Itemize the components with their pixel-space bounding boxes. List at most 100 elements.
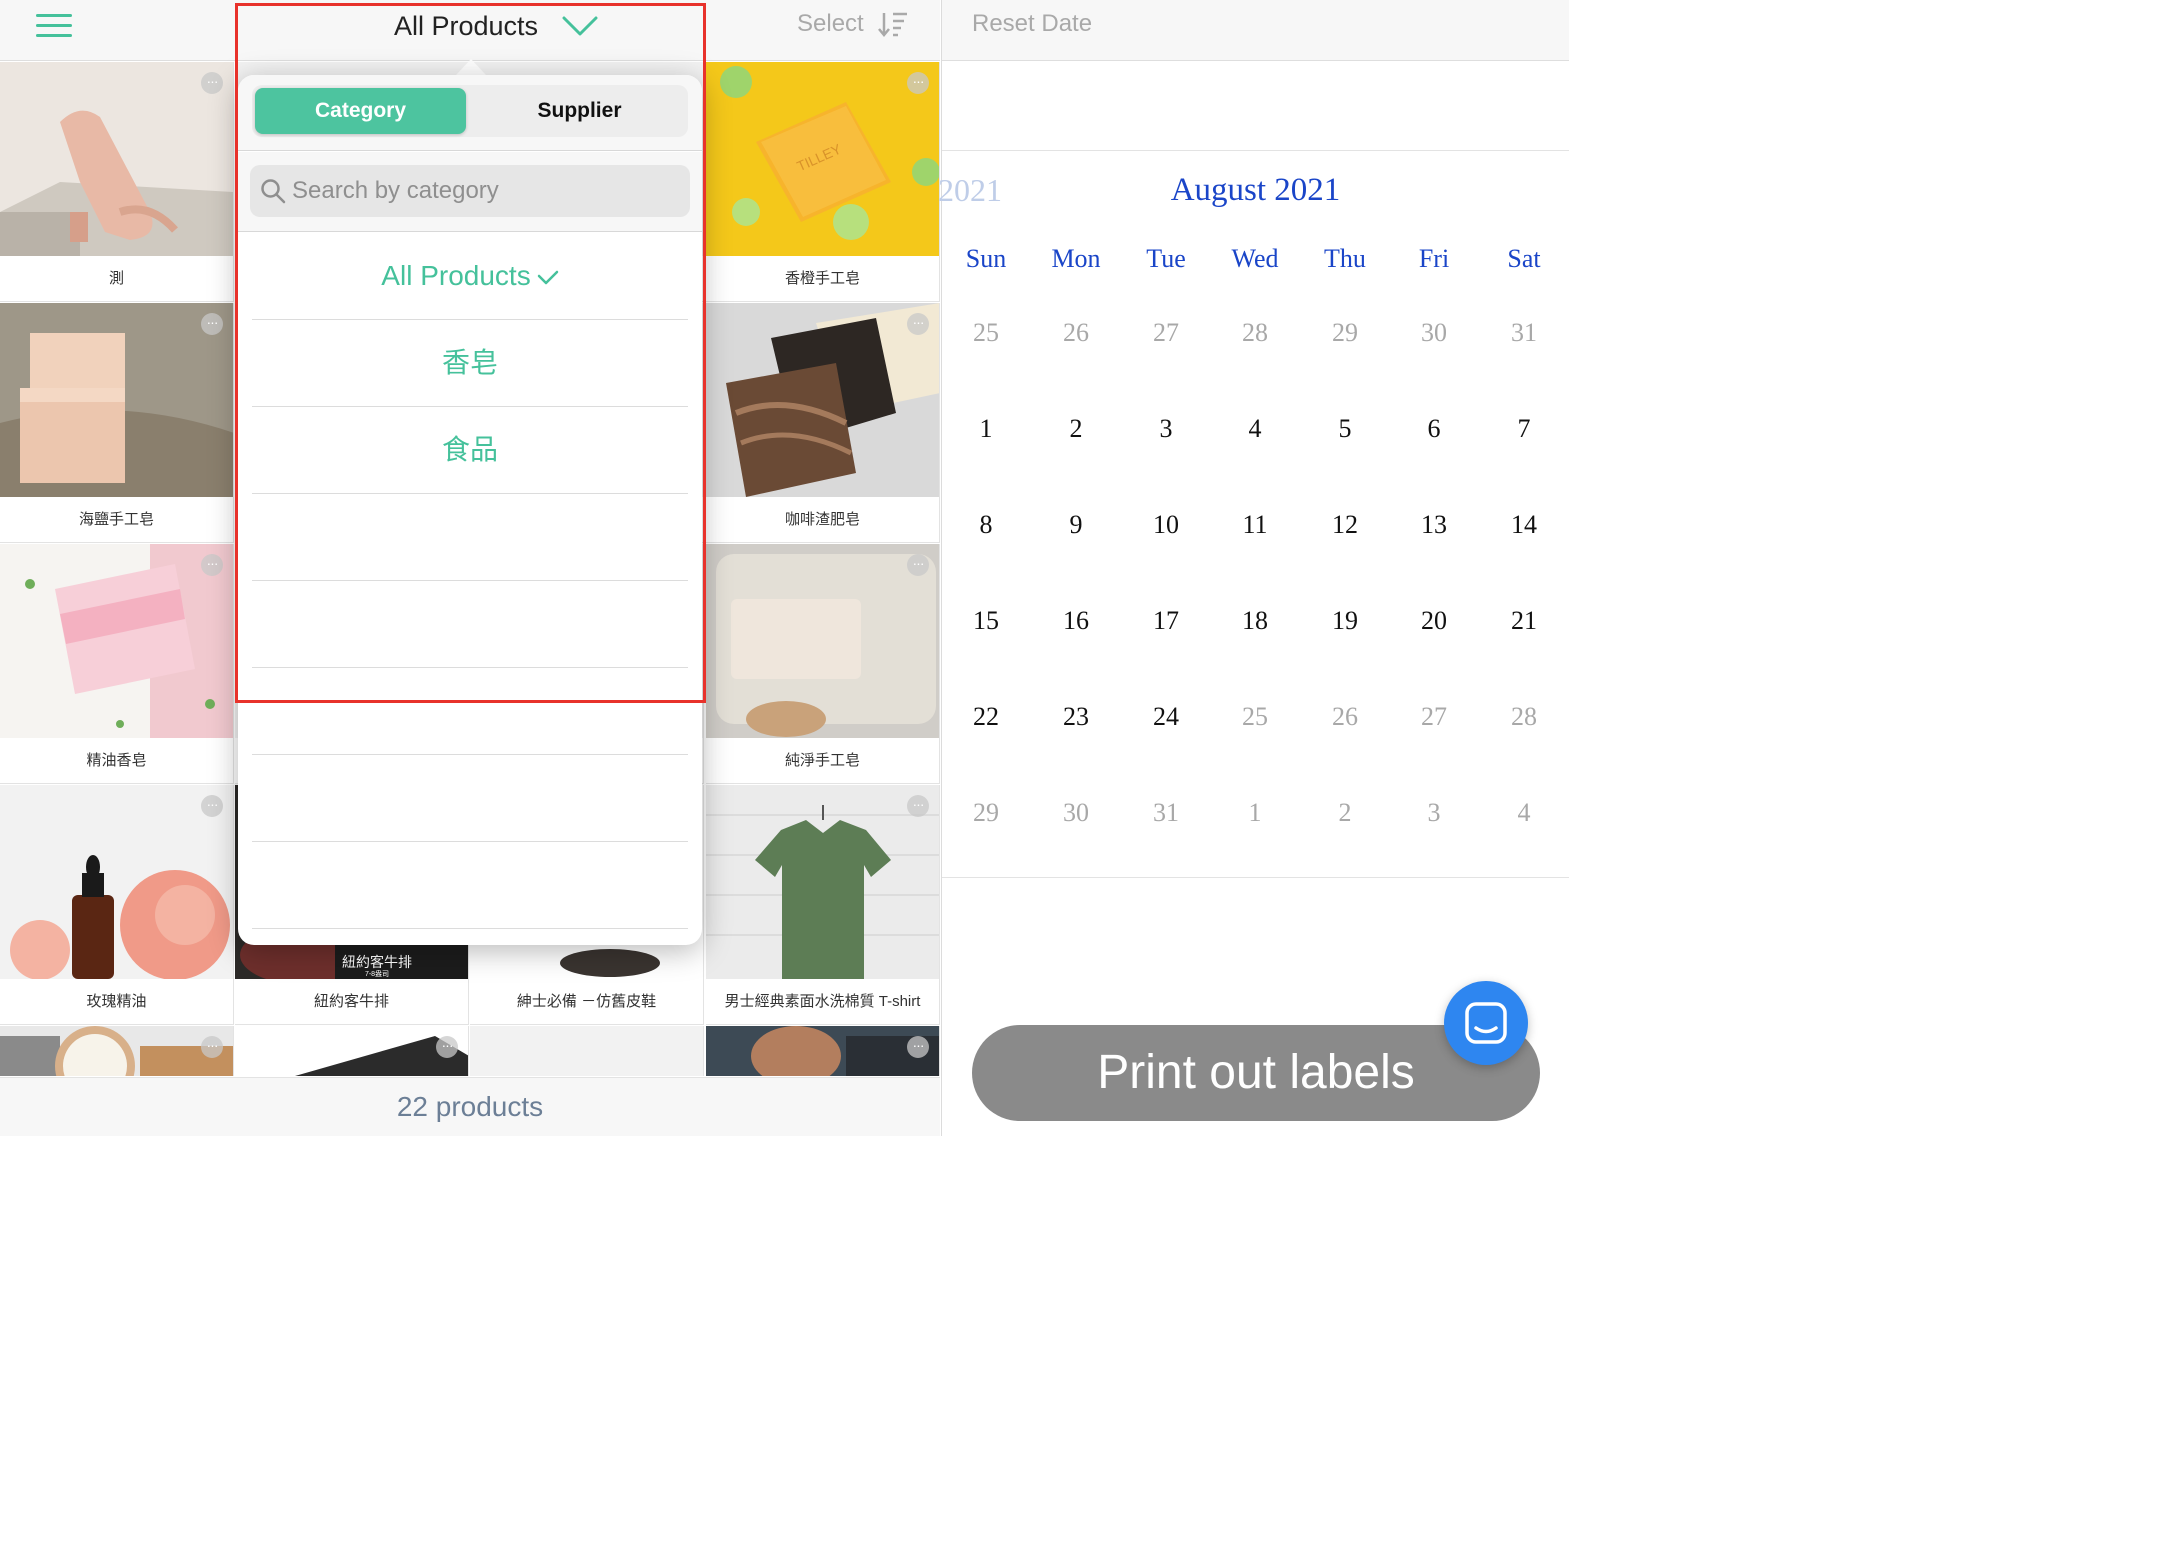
divider — [942, 150, 1569, 151]
calendar-day[interactable]: 4 — [1210, 414, 1300, 444]
calendar-day[interactable]: 26 — [1300, 702, 1390, 732]
product-name: 紳士必備 －仿舊皮鞋 — [516, 993, 657, 1010]
calendar-day[interactable]: 13 — [1389, 510, 1479, 540]
product-image — [0, 62, 233, 256]
calendar-day[interactable]: 6 — [1389, 414, 1479, 444]
product-tile[interactable]: 測 ··· — [0, 62, 234, 302]
calendar-day[interactable]: 25 — [1210, 702, 1300, 732]
category-option — [252, 494, 688, 581]
calendar-day[interactable]: 10 — [1121, 510, 1211, 540]
category-option[interactable]: All Products — [252, 233, 688, 320]
calendar-day[interactable]: 25 — [941, 318, 1031, 348]
calendar-day[interactable]: 3 — [1121, 414, 1211, 444]
product-name: 海鹽手工皂 — [78, 511, 154, 528]
product-tile[interactable]: ··· — [0, 1026, 234, 1076]
category-search-input[interactable] — [292, 165, 682, 217]
calendar-day[interactable]: 29 — [1300, 318, 1390, 348]
calendar-day[interactable]: 18 — [1210, 606, 1300, 636]
calendar-day[interactable]: 2 — [1031, 414, 1121, 444]
product-tile[interactable]: 純淨手工皂 ··· — [706, 544, 940, 784]
category-option — [252, 842, 688, 929]
product-tile[interactable]: 咖啡渣肥皂 ··· — [706, 303, 940, 543]
product-image — [0, 544, 233, 738]
calendar-day[interactable]: 19 — [1300, 606, 1390, 636]
calendar-day[interactable]: 30 — [1389, 318, 1479, 348]
product-tile[interactable]: ··· — [235, 1026, 469, 1076]
calendar-day[interactable]: 20 — [1389, 606, 1479, 636]
tab-supplier[interactable]: Supplier — [474, 88, 685, 134]
more-options-icon[interactable]: ··· — [907, 1036, 929, 1058]
calendar-day[interactable]: 27 — [1389, 702, 1479, 732]
calendar-day[interactable]: 30 — [1031, 798, 1121, 828]
more-options-icon[interactable]: ··· — [907, 72, 929, 94]
calendar-day[interactable]: 2 — [1300, 798, 1390, 828]
product-tile[interactable]: 男士經典素面水洗棉質 T-shirt ··· — [706, 785, 940, 1025]
product-tile[interactable] — [470, 1026, 704, 1076]
more-options-icon[interactable]: ··· — [201, 1036, 223, 1058]
calendar-day[interactable]: 24 — [1121, 702, 1211, 732]
calendar-day[interactable]: 9 — [1031, 510, 1121, 540]
category-option[interactable]: 香皂 — [252, 320, 688, 407]
category-option — [252, 668, 688, 755]
weekday-label: Sun — [965, 244, 1007, 273]
calendar-day[interactable]: 4 — [1479, 798, 1569, 828]
calendar-day[interactable]: 31 — [1121, 798, 1211, 828]
product-tile[interactable]: 海鹽手工皂 ··· — [0, 303, 234, 543]
calendar-day[interactable]: 28 — [1479, 702, 1569, 732]
more-options-icon[interactable]: ··· — [907, 313, 929, 335]
product-tile[interactable]: ··· — [706, 1026, 940, 1076]
select-label: Select — [797, 10, 864, 37]
more-options-icon[interactable]: ··· — [907, 795, 929, 817]
calendar-day[interactable]: 11 — [1210, 510, 1300, 540]
more-options-icon[interactable]: ··· — [201, 554, 223, 576]
more-options-icon[interactable]: ··· — [436, 1036, 458, 1058]
calendar-day[interactable]: 12 — [1300, 510, 1390, 540]
calendar-day[interactable]: 22 — [941, 702, 1031, 732]
category-filter-button[interactable]: All Products — [394, 8, 598, 44]
product-tile[interactable]: 精油香皂 ··· — [0, 544, 234, 784]
chat-button[interactable] — [1444, 981, 1528, 1065]
calendar-day[interactable]: 1 — [941, 414, 1031, 444]
calendar-day[interactable]: 14 — [1479, 510, 1569, 540]
calendar-day[interactable]: 26 — [1031, 318, 1121, 348]
tab-category[interactable]: Category — [255, 88, 466, 134]
calendar-day[interactable]: 17 — [1121, 606, 1211, 636]
product-tile[interactable]: 玫瑰精油 ··· — [0, 785, 234, 1025]
calendar-day[interactable]: 15 — [941, 606, 1031, 636]
calendar-day[interactable]: 16 — [1031, 606, 1121, 636]
product-name: 純淨手工皂 — [784, 752, 860, 769]
product-image — [0, 785, 233, 980]
more-options-icon[interactable]: ··· — [907, 554, 929, 576]
product-image — [706, 1026, 939, 1076]
popover-search-bar — [238, 152, 702, 232]
more-options-icon[interactable]: ··· — [201, 313, 223, 335]
weekday-label: Tue — [1146, 244, 1186, 273]
calendar-day[interactable]: 21 — [1479, 606, 1569, 636]
weekday-label: Wed — [1231, 244, 1279, 273]
product-image — [706, 785, 939, 979]
popover-header: Category Supplier — [238, 75, 702, 151]
calendar-top-bar: Reset Date — [942, 0, 1569, 61]
select-button[interactable]: Select — [797, 10, 908, 38]
calendar-day[interactable]: 3 — [1389, 798, 1479, 828]
calendar-day[interactable]: 7 — [1479, 414, 1569, 444]
calendar-day[interactable]: 8 — [941, 510, 1031, 540]
more-options-icon[interactable]: ··· — [201, 72, 223, 94]
product-image — [235, 1026, 468, 1076]
reset-date-button[interactable]: Reset Date — [972, 10, 1092, 38]
more-options-icon[interactable]: ··· — [201, 795, 223, 817]
calendar-day[interactable]: 23 — [1031, 702, 1121, 732]
calendar-day[interactable]: 31 — [1479, 318, 1569, 348]
hamburger-menu-icon[interactable] — [36, 12, 74, 40]
top-bar: All Products Select — [0, 0, 940, 61]
calendar-day[interactable]: 27 — [1121, 318, 1211, 348]
popover-arrow — [455, 59, 487, 76]
product-tile[interactable]: TILLEY 香橙手工皂 ··· — [706, 62, 940, 302]
chat-icon — [1465, 1002, 1507, 1044]
calendar-day[interactable]: 5 — [1300, 414, 1390, 444]
calendar-day[interactable]: 29 — [941, 798, 1031, 828]
category-option[interactable]: 食品 — [252, 407, 688, 494]
calendar-pane: Reset Date 2021 August 2021 Sun Mon Tue Wed… — [938, 0, 1569, 1136]
calendar-day[interactable]: 1 — [1210, 798, 1300, 828]
calendar-day[interactable]: 28 — [1210, 318, 1300, 348]
